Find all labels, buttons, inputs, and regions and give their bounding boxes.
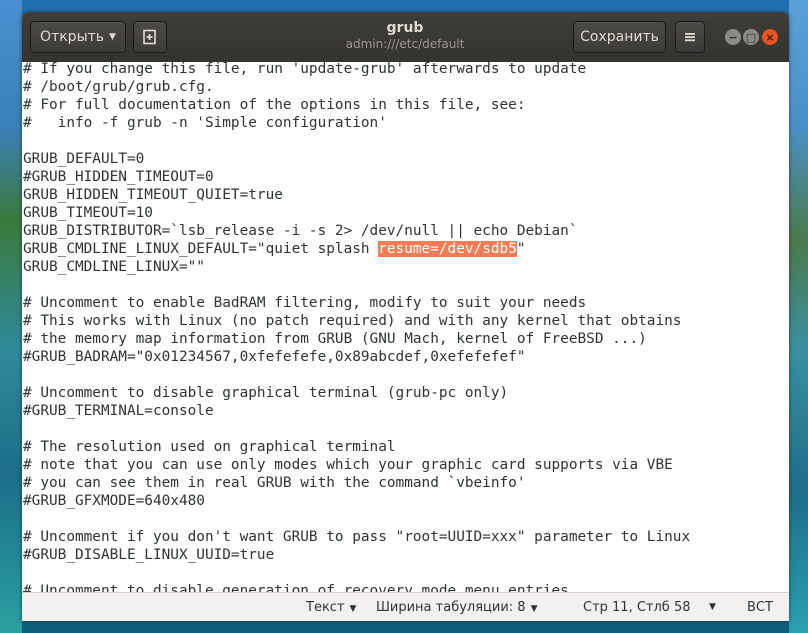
editor-line: # This works with Linux (no patch requir… <box>23 313 682 329</box>
header-bar: Открыть ▼ grub admin:///etc/default Сохр… <box>22 12 789 63</box>
close-button[interactable]: × <box>762 29 778 45</box>
maximize-button[interactable]: □ <box>743 29 759 45</box>
editor-line: # Uncomment if you don't want GRUB to pa… <box>23 529 691 545</box>
editor-line: #GRUB_TERMINAL=console <box>23 403 214 419</box>
window-title-area: grub admin:///etc/default <box>322 20 488 51</box>
save-button[interactable]: Сохранить <box>573 21 666 53</box>
editor-line: GRUB_DEFAULT=0 <box>23 151 145 167</box>
cursor-position-label: Стр 11, Стлб 58 <box>583 600 691 615</box>
editor-line: # Uncomment to disable graphical termina… <box>23 385 509 401</box>
open-button[interactable]: Открыть ▼ <box>30 21 126 53</box>
editor-line: # For full documentation of the options … <box>23 97 526 113</box>
editor-lines: # If you change this file, run 'update-g… <box>23 62 690 592</box>
hamburger-menu-button[interactable] <box>675 21 705 53</box>
editor-line: #GRUB_DISABLE_LINUX_UUID=true <box>23 547 275 563</box>
close-icon: × <box>765 30 775 44</box>
editor-line: #GRUB_BADRAM="0x01234567,0xfefefefe,0x89… <box>23 349 526 365</box>
editor-line: #GRUB_GFXMODE=640x480 <box>23 493 205 509</box>
hamburger-menu-icon <box>685 33 695 42</box>
window-subtitle: admin:///etc/default <box>345 37 465 51</box>
editor-line: GRUB_DISTRIBUTOR=`lsb_release -i -s 2> /… <box>23 223 578 239</box>
editor-line: # note that you can use only modes which… <box>23 457 673 473</box>
window-title: grub <box>386 20 424 36</box>
chevron-down-icon: ▼ <box>530 604 538 614</box>
editor-line: # Uncomment to disable generation of rec… <box>23 583 569 592</box>
maximize-icon: □ <box>745 30 757 44</box>
text-editor[interactable]: # If you change this file, run 'update-g… <box>22 62 789 592</box>
status-bar: Текст ▼ Ширина табуляции: 8 ▼ Стр 11, Стлб… <box>22 592 789 621</box>
editor-line: # info -f grub -n 'Simple configuration' <box>23 115 387 131</box>
editor-line: GRUB_TIMEOUT=10 <box>23 205 153 221</box>
editor-line: # the memory map information from GRUB (… <box>23 331 647 347</box>
language-label: Текст <box>306 600 345 615</box>
chevron-down-icon: ▼ <box>349 604 357 614</box>
language-selector[interactable]: Текст ▼ <box>306 593 356 621</box>
chevron-down-icon[interactable]: ▼ <box>709 593 716 621</box>
chevron-down-icon: ▼ <box>109 32 116 42</box>
desktop-background-left <box>0 0 22 633</box>
editor-line: GRUB_CMDLINE_LINUX_DEFAULT="quiet splash… <box>23 241 526 257</box>
tab-width-selector[interactable]: Ширина табуляции: 8 ▼ <box>376 593 537 621</box>
editor-line: GRUB_HIDDEN_TIMEOUT_QUIET=true <box>23 187 283 203</box>
editor-line: # /boot/grub/grub.cfg. <box>23 79 214 95</box>
cursor-position[interactable]: Стр 11, Стлб 58 <box>583 593 691 621</box>
minimize-icon: − <box>728 30 738 44</box>
new-document-icon <box>143 29 156 45</box>
desktop-background-right <box>789 0 808 633</box>
gedit-window: Открыть ▼ grub admin:///etc/default Сохр… <box>22 12 789 621</box>
new-document-button[interactable] <box>133 21 167 53</box>
editor-line: # Uncomment to enable BadRAM filtering, … <box>23 295 587 311</box>
insert-mode-indicator: ВСТ <box>747 600 773 615</box>
minimize-button[interactable]: − <box>725 29 741 45</box>
editor-line: # If you change this file, run 'update-g… <box>23 62 587 77</box>
open-button-label: Открыть <box>40 29 105 45</box>
editor-line: GRUB_CMDLINE_LINUX="" <box>23 259 205 275</box>
editor-line: # you can see them in real GRUB with the… <box>23 475 526 491</box>
selected-text: resume=/dev/sdb5 <box>378 241 517 257</box>
editor-line: # The resolution used on graphical termi… <box>23 439 396 455</box>
tab-width-label: Ширина табуляции: 8 <box>376 600 526 615</box>
editor-line: #GRUB_HIDDEN_TIMEOUT=0 <box>23 169 214 185</box>
save-button-label: Сохранить <box>580 29 659 45</box>
